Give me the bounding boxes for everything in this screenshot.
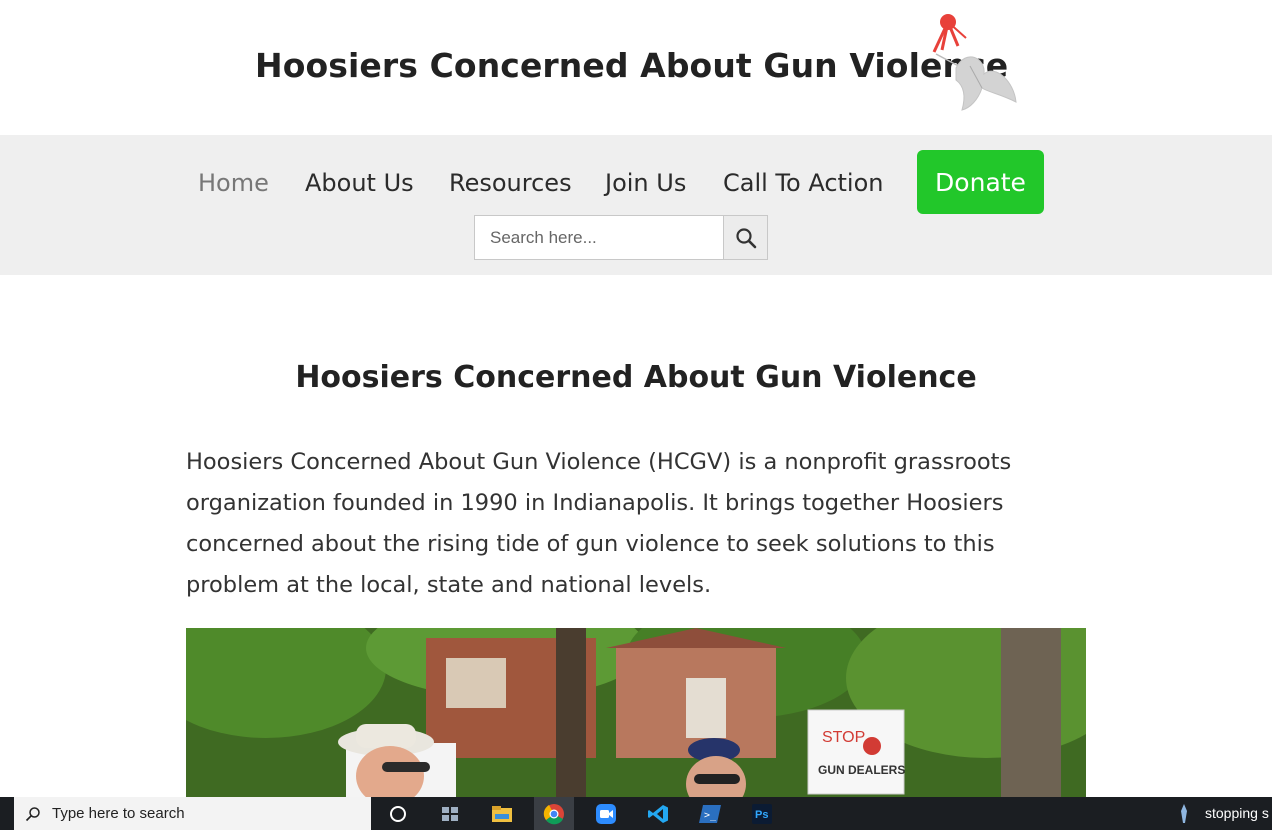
search-icon: [735, 227, 756, 248]
site-title[interactable]: Hoosiers Concerned About Gun Violence: [255, 46, 1008, 85]
svg-text:>_: >_: [704, 810, 717, 821]
intro-paragraph: Hoosiers Concerned About Gun Violence (H…: [186, 449, 1012, 598]
nav-item-home[interactable]: Home: [198, 168, 269, 198]
zoom-icon[interactable]: [586, 797, 626, 830]
pinned-pen-icon[interactable]: [1164, 797, 1204, 830]
site-header: Hoosiers Concerned About Gun Violence: [0, 0, 1272, 135]
chrome-icon[interactable]: [534, 797, 574, 830]
nav-item-about-us[interactable]: About Us: [305, 168, 414, 198]
nav-item-join-us[interactable]: Join Us: [605, 168, 686, 198]
svg-text:GUN DEALERS: GUN DEALERS: [818, 763, 905, 777]
cortana-icon[interactable]: [378, 797, 418, 830]
file-explorer-icon[interactable]: [482, 797, 522, 830]
search-input[interactable]: [474, 215, 724, 260]
task-view-icon[interactable]: [430, 797, 470, 830]
svg-text:STOP: STOP: [822, 729, 865, 746]
page-title: Hoosiers Concerned About Gun Violence: [295, 360, 977, 395]
nav-item-resources[interactable]: Resources: [449, 168, 572, 198]
vscode-icon[interactable]: [638, 797, 678, 830]
nav-item-call-to-action[interactable]: Call To Action: [723, 168, 884, 198]
hcgv-logo-icon[interactable]: [926, 8, 1022, 112]
search-icon: [14, 806, 52, 822]
search-button[interactable]: [723, 215, 768, 260]
photoshop-icon[interactable]: Ps: [742, 797, 782, 830]
taskbar-search-box[interactable]: Type here to search: [14, 797, 371, 830]
windows-taskbar: Type here to search >_ Ps stopping s: [0, 797, 1272, 830]
taskbar-search-placeholder: Type here to search: [52, 805, 185, 822]
search-form: [474, 215, 768, 260]
taskbar-media-text[interactable]: stopping s: [1205, 797, 1269, 830]
donate-button[interactable]: Donate: [917, 150, 1044, 214]
powershell-icon[interactable]: >_: [690, 797, 730, 830]
svg-text:Ps: Ps: [755, 809, 768, 821]
